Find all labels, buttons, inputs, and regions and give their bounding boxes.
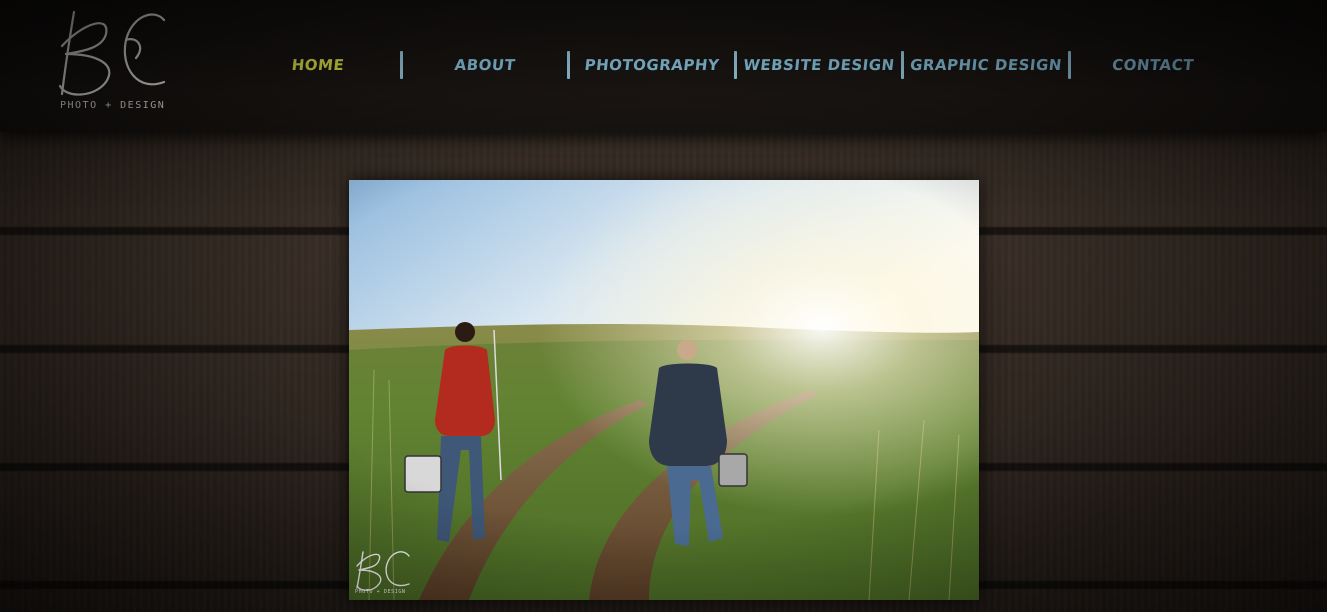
page: PHOTO + DESIGN HOME ABOUT PHOTOGRAPHY WE…	[0, 0, 1327, 612]
main-navigation: HOME ABOUT PHOTOGRAPHY WEBSITE DESIGN GR…	[236, 50, 1235, 80]
logo-tagline: PHOTO + DESIGN	[60, 100, 166, 111]
hero-photo: PHOTO + DESIGN	[349, 180, 979, 600]
hero-photo-image	[349, 180, 979, 600]
nav-home[interactable]: HOME	[235, 56, 401, 74]
brand-logo[interactable]: PHOTO + DESIGN	[52, 6, 174, 116]
nav-contact[interactable]: CONTACT	[1070, 56, 1236, 74]
nav-about[interactable]: ABOUT	[402, 56, 568, 74]
nav-website-design[interactable]: WEBSITE DESIGN	[736, 56, 902, 74]
site-header: PHOTO + DESIGN HOME ABOUT PHOTOGRAPHY WE…	[0, 0, 1327, 132]
bc-monogram-logo-icon	[58, 10, 166, 96]
nav-graphic-design[interactable]: GRAPHIC DESIGN	[903, 56, 1069, 74]
nav-photography[interactable]: PHOTOGRAPHY	[569, 56, 735, 74]
watermark-tagline: PHOTO + DESIGN	[355, 589, 406, 595]
